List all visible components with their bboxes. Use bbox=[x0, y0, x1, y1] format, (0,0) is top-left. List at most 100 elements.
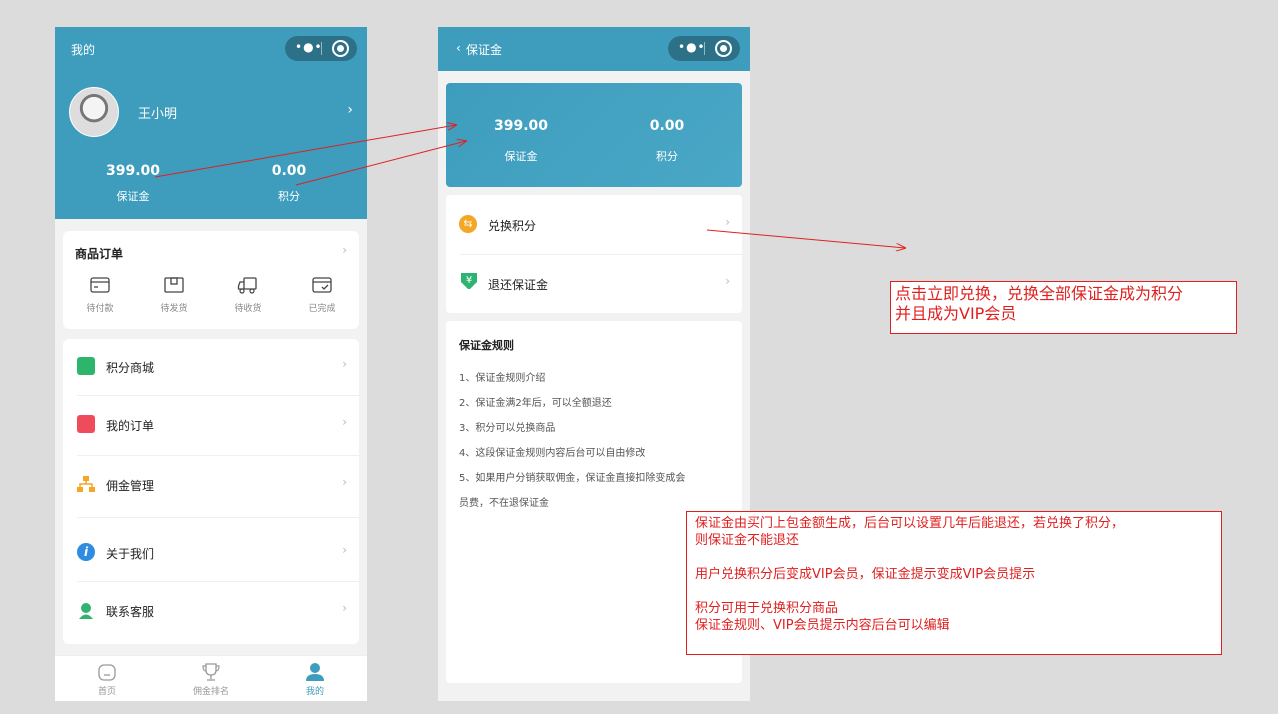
menu-label: 联系客服 bbox=[106, 605, 155, 619]
orders-title: 商品订单 bbox=[75, 247, 124, 261]
tab-commission-ranking[interactable]: 佣金排名 bbox=[159, 662, 263, 697]
rule-line: 1、保证金规则介绍 bbox=[459, 373, 546, 384]
menu-label: 佣金管理 bbox=[106, 479, 155, 493]
note-text: 点击立即兑换，兑换全部保证金成为积分 bbox=[895, 284, 1184, 303]
chevron-right-icon: › bbox=[342, 357, 347, 371]
tab-label: 佣金排名 bbox=[192, 687, 229, 697]
order-pending-shipment[interactable]: 待发货 bbox=[137, 275, 211, 314]
page-title: 保证金 bbox=[466, 43, 503, 57]
box-icon bbox=[164, 277, 184, 293]
points-value[interactable]: 0.00 bbox=[229, 163, 349, 179]
tab-label: 我的 bbox=[305, 687, 324, 697]
org-chart-icon bbox=[77, 476, 95, 492]
mini-program-capsule[interactable]: •●• bbox=[285, 36, 357, 61]
chevron-right-icon: › bbox=[725, 215, 730, 229]
actions-card: ⇆ 兑换积分 › ¥ 退还保证金 › bbox=[446, 195, 742, 313]
page-title: 我的 bbox=[71, 43, 96, 57]
deposit-value: 399.00 bbox=[493, 118, 549, 134]
deposit-label: 保证金 bbox=[116, 190, 150, 203]
points-value: 0.00 bbox=[649, 118, 685, 134]
exchange-icon: ⇆ bbox=[459, 215, 477, 233]
capsule-divider bbox=[704, 42, 705, 55]
avatar[interactable] bbox=[69, 87, 119, 137]
note-text: 用户兑换积分后变成VIP会员，保证金提示变成VIP会员提示 bbox=[695, 567, 1036, 582]
menu-item-points-mall[interactable]: 积分商城 › bbox=[63, 339, 359, 395]
annotation-exchange-note: 点击立即兑换，兑换全部保证金成为积分 并且成为VIP会员 bbox=[890, 281, 1237, 334]
refund-deposit-button[interactable]: ¥ 退还保证金 › bbox=[446, 256, 742, 312]
exchange-points-button[interactable]: ⇆ 兑换积分 › bbox=[446, 197, 742, 253]
divider bbox=[77, 581, 359, 582]
info-icon: i bbox=[77, 543, 95, 561]
divider bbox=[77, 395, 359, 396]
nav-bar: ‹ 保证金 •●• bbox=[438, 27, 750, 71]
note-text: 则保证金不能退还 bbox=[695, 533, 800, 548]
order-label: 待发货 bbox=[160, 304, 188, 314]
done-box-icon bbox=[312, 277, 332, 293]
deposit-value[interactable]: 399.00 bbox=[73, 163, 193, 179]
tab-label: 首页 bbox=[97, 687, 116, 697]
tab-home[interactable]: 首页 bbox=[55, 662, 159, 697]
orders-card: 商品订单 › 待付款 待发货 待收货 已完成 bbox=[63, 231, 359, 329]
order-pending-receipt[interactable]: 待收货 bbox=[211, 275, 285, 314]
divider bbox=[77, 517, 359, 518]
back-chevron-icon[interactable]: ‹ bbox=[456, 41, 461, 55]
action-label: 兑换积分 bbox=[488, 219, 537, 233]
mini-program-capsule[interactable]: •●• bbox=[668, 36, 740, 61]
balance-card: 399.00 保证金 0.00 积分 bbox=[446, 83, 742, 187]
chevron-right-icon[interactable]: › bbox=[342, 243, 347, 257]
note-text: 保证金规则、VIP会员提示内容后台可以编辑 bbox=[695, 618, 950, 633]
divider bbox=[460, 254, 742, 255]
wallet-icon bbox=[90, 277, 110, 293]
annotation-deposit-note: 保证金由买门上包金额生成，后台可以设置几年后能退还，若兑换了积分， 则保证金不能… bbox=[686, 511, 1222, 655]
trophy-icon bbox=[202, 663, 220, 681]
tab-mine[interactable]: 我的 bbox=[263, 662, 367, 697]
chevron-right-icon: › bbox=[342, 601, 347, 615]
divider bbox=[77, 455, 359, 456]
order-label: 已完成 bbox=[308, 304, 336, 314]
profile-screen: 我的 •●• 王小明 › 399.00 保证金 0.00 积分 商品订单 › 待… bbox=[55, 27, 367, 701]
nav-bar: 我的 •●• bbox=[55, 27, 367, 71]
note-text: 保证金由买门上包金额生成，后台可以设置几年后能退还，若兑换了积分， bbox=[695, 516, 1125, 531]
capsule-divider bbox=[321, 42, 322, 55]
chevron-right-icon: › bbox=[342, 543, 347, 557]
bag-icon bbox=[77, 357, 95, 375]
headset-icon bbox=[79, 603, 93, 619]
more-dots-icon[interactable]: •●• bbox=[678, 40, 706, 54]
profile-header: 我的 •●• 王小明 › 399.00 保证金 0.00 积分 bbox=[55, 27, 367, 219]
menu-item-customer-service[interactable]: 联系客服 › bbox=[63, 583, 359, 639]
points-label: 积分 bbox=[278, 190, 300, 203]
chevron-right-icon: › bbox=[725, 274, 730, 288]
menu-item-my-orders[interactable]: 我的订单 › bbox=[63, 397, 359, 453]
rule-line: 3、积分可以兑换商品 bbox=[459, 423, 556, 434]
rule-line: 员费，不在退保证金 bbox=[459, 498, 549, 509]
note-text: 积分可用于兑换积分商品 bbox=[695, 601, 839, 616]
order-completed[interactable]: 已完成 bbox=[285, 275, 359, 314]
more-dots-icon[interactable]: •●• bbox=[295, 40, 323, 54]
chevron-right-icon: › bbox=[342, 475, 347, 489]
points-label: 积分 bbox=[656, 150, 678, 163]
note-text: 并且成为VIP会员 bbox=[895, 304, 1017, 323]
truck-icon bbox=[237, 277, 257, 294]
menu-item-about-us[interactable]: i 关于我们 › bbox=[63, 525, 359, 581]
chevron-right-icon: › bbox=[342, 415, 347, 429]
order-label: 待收货 bbox=[234, 304, 262, 314]
order-pending-payment[interactable]: 待付款 bbox=[63, 275, 137, 314]
chevron-right-icon[interactable]: › bbox=[347, 102, 353, 118]
rule-line: 5、如果用户分销获取佣金，保证金直接扣除变成会 bbox=[459, 473, 686, 484]
user-name[interactable]: 王小明 bbox=[138, 103, 177, 122]
rules-title: 保证金规则 bbox=[459, 339, 514, 352]
home-icon bbox=[98, 664, 116, 681]
menu-card: 积分商城 › 我的订单 › 佣金管理 › i 关于我们 › 联系客服 › bbox=[63, 339, 359, 644]
menu-item-commission[interactable]: 佣金管理 › bbox=[63, 457, 359, 513]
yen-down-icon: ¥ bbox=[461, 273, 477, 289]
target-icon[interactable] bbox=[332, 40, 349, 57]
action-label: 退还保证金 bbox=[488, 278, 549, 292]
order-label: 待付款 bbox=[86, 304, 114, 314]
menu-label: 积分商城 bbox=[106, 361, 155, 375]
target-icon[interactable] bbox=[715, 40, 732, 57]
rule-line: 4、这段保证金规则内容后台可以自由修改 bbox=[459, 448, 646, 459]
svg-text:¥: ¥ bbox=[466, 275, 472, 286]
menu-label: 我的订单 bbox=[106, 419, 155, 433]
